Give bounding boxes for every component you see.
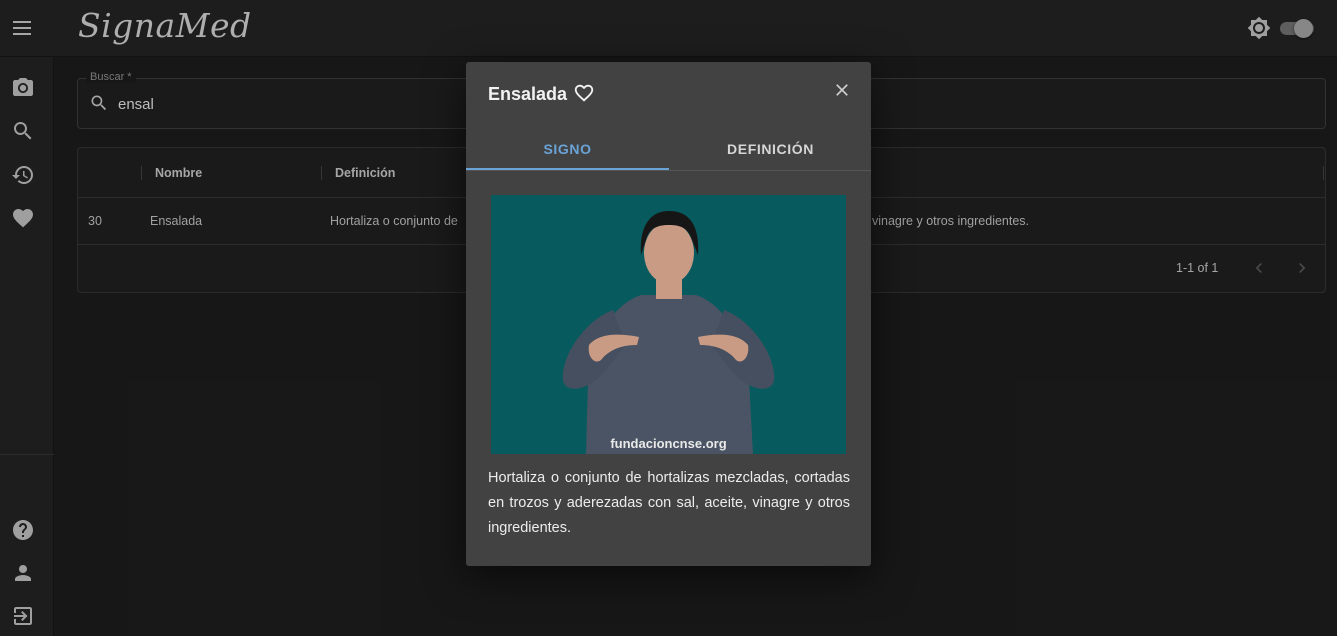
dialog-title: Ensalada <box>488 84 568 104</box>
sign-video[interactable]: fundacioncnse.org <box>491 195 846 454</box>
video-watermark: fundacioncnse.org <box>610 436 727 451</box>
close-icon[interactable] <box>832 80 852 100</box>
definition-text: Hortaliza o conjunto de hortalizas mezcl… <box>488 470 850 536</box>
tabs-divider <box>466 170 871 171</box>
tab-definicion[interactable]: DEFINICIÓN <box>669 134 872 170</box>
signer-figure <box>562 211 775 454</box>
tab-signo[interactable]: SIGNO <box>466 134 669 170</box>
heart-outline-icon[interactable] <box>573 82 595 104</box>
sign-dialog: Ensalada SIGNO DEFINICIÓN fundacioncnse.… <box>466 62 871 566</box>
